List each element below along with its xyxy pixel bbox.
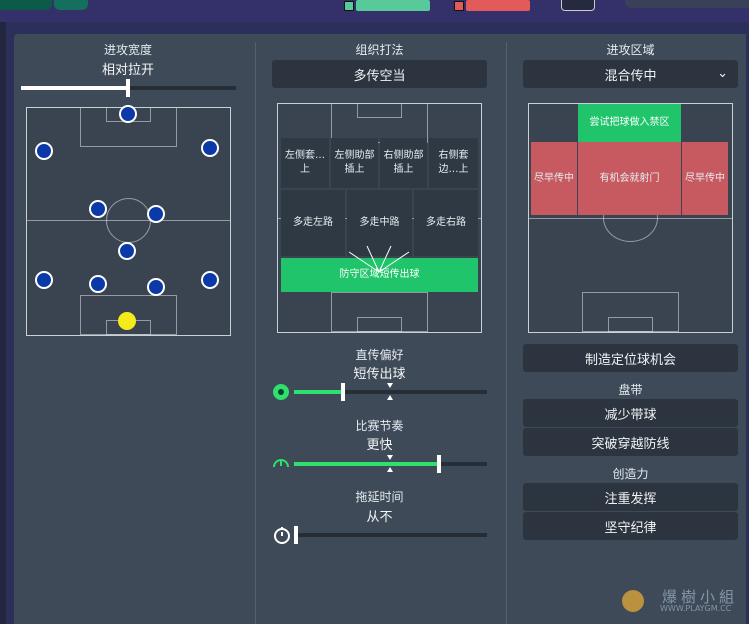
player-marker[interactable]	[147, 205, 165, 223]
tempo-title: 比赛节奏	[355, 419, 404, 433]
plus-icon	[454, 1, 464, 11]
creative-option-expressive[interactable]: 注重发挥	[523, 483, 738, 511]
football-icon	[273, 384, 289, 400]
nav-tab[interactable]	[0, 0, 52, 10]
tempo-slider-thumb[interactable]	[437, 455, 441, 473]
top-bar	[0, 0, 749, 22]
player-marker[interactable]	[201, 271, 219, 289]
passing-slider-fill	[294, 390, 342, 394]
formation-pitch	[26, 107, 231, 336]
left-edge	[0, 22, 6, 624]
battery-icon	[344, 1, 354, 11]
timewasting-value: 从不	[366, 510, 393, 525]
zone-shoot-on-sight[interactable]: 有机会就射门	[578, 142, 681, 215]
attacking-width-value: 相对拉开	[101, 63, 154, 78]
timewasting-slider-track[interactable]	[294, 533, 487, 537]
set-piece-button[interactable]: 制造定位球机会	[523, 344, 738, 372]
risk-bar	[466, 0, 530, 11]
zone-right-wing[interactable]: 右侧套边…上	[429, 138, 478, 188]
player-marker[interactable]	[201, 139, 219, 157]
side-panel	[625, 0, 749, 8]
zone-left-wing[interactable]: 左侧套…上	[281, 138, 329, 188]
goalkeeper-marker[interactable]	[118, 312, 136, 330]
chevron-down-icon: ⌄	[717, 66, 728, 81]
nav-tab-add[interactable]	[54, 0, 88, 10]
player-marker[interactable]	[89, 200, 107, 218]
health-bar	[356, 0, 430, 11]
player-marker[interactable]	[118, 242, 136, 260]
player-marker[interactable]	[35, 271, 53, 289]
speedometer-icon	[273, 459, 289, 468]
player-marker[interactable]	[147, 278, 165, 296]
passing-title: 直传偏好	[355, 348, 404, 362]
default-marker-icon	[387, 467, 393, 472]
player-marker[interactable]	[89, 275, 107, 293]
timewasting-title: 拖延时间	[355, 490, 404, 504]
width-slider-thumb[interactable]	[126, 79, 130, 97]
style-title: 组织打法	[355, 43, 404, 57]
dribbling-option-run-through[interactable]: 突破穿越防线	[523, 428, 738, 456]
creative-option-disciplined[interactable]: 坚守纪律	[523, 512, 738, 540]
player-marker[interactable]	[119, 105, 137, 123]
zone-early-cross-right[interactable]: 尽早传中	[682, 142, 728, 215]
zone-box-work[interactable]: 尝试把球做入禁区	[578, 104, 681, 142]
style-button[interactable]: 多传空当	[272, 60, 487, 88]
watermark-logo-icon	[622, 590, 644, 612]
area-dropdown[interactable]: 混合传中 ⌄	[523, 60, 738, 88]
default-marker-icon	[387, 395, 393, 400]
creative-title: 创造力	[612, 467, 649, 481]
player-marker[interactable]	[35, 142, 53, 160]
default-marker-icon	[387, 455, 393, 460]
undo-button[interactable]	[561, 0, 595, 11]
pass-arrows-icon	[348, 245, 410, 273]
column-divider	[255, 42, 256, 624]
zone-right-half[interactable]: 右侧助部插上	[380, 138, 427, 188]
stopwatch-icon	[274, 527, 290, 544]
passing-slider-thumb[interactable]	[341, 383, 345, 401]
zone-early-cross-left[interactable]: 尽早传中	[531, 142, 577, 215]
zone-left-half[interactable]: 左侧助部插上	[331, 138, 378, 188]
watermark-url: WWW.PLAYGM.CC	[660, 604, 732, 613]
default-marker-icon	[387, 383, 393, 388]
attacking-width-title: 进攻宽度	[103, 43, 152, 57]
passing-value: 短传出球	[353, 367, 406, 382]
column-divider	[506, 42, 507, 624]
dribbling-title: 盘带	[618, 383, 643, 397]
area-dropdown-value: 混合传中	[604, 68, 657, 84]
tempo-value: 更快	[366, 438, 393, 453]
width-slider-fill	[21, 86, 128, 90]
area-title: 进攻区域	[606, 43, 655, 57]
dribbling-option-less[interactable]: 减少带球	[523, 399, 738, 427]
timewasting-slider-thumb[interactable]	[294, 526, 298, 544]
tempo-slider-fill	[294, 462, 438, 466]
